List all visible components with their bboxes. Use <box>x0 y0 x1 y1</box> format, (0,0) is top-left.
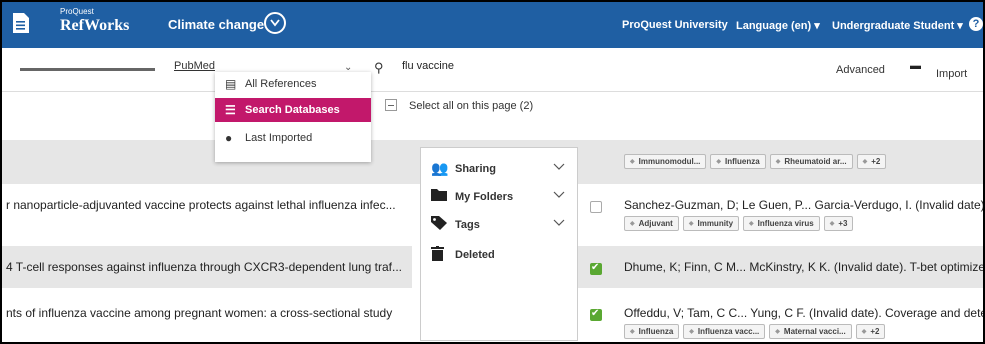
help-icon[interactable]: ? <box>969 17 983 31</box>
panel-item-label: My Folders <box>455 191 514 203</box>
clock-icon: ● <box>225 131 233 145</box>
panel-item-my-folders[interactable]: My Folders <box>421 184 579 210</box>
panel-item-label: Tags <box>455 219 480 231</box>
project-chevron-icon[interactable] <box>264 12 286 34</box>
chevron-down-icon[interactable] <box>553 162 565 174</box>
tag-chip[interactable]: Influenza <box>710 154 766 169</box>
search-input[interactable] <box>402 56 602 76</box>
reference-title[interactable]: nts of influenza vaccine among pregnant … <box>2 306 412 320</box>
tag-chip[interactable]: Immunity <box>682 216 740 231</box>
refworks-document-icon[interactable] <box>12 12 34 38</box>
menu-item-all-references[interactable]: ▤ All References <box>215 72 371 96</box>
search-icon[interactable]: ⚲ <box>374 60 384 76</box>
tag-chip[interactable]: Adjuvant <box>624 216 679 231</box>
menu-item-label: Last Imported <box>245 132 313 144</box>
tag-icon <box>431 216 447 233</box>
reference-citation[interactable]: Sanchez-Guzman, D; Le Guen, P... Garcia-… <box>624 198 983 212</box>
add-reference-menu: ▤ All References ☰ Search Databases ● La… <box>215 72 371 162</box>
select-all-label: Select all on this page (2) <box>409 100 534 112</box>
institution-link[interactable]: ProQuest University <box>622 19 728 31</box>
panel-item-deleted[interactable]: Deleted <box>421 242 579 268</box>
database-icon: ☰ <box>225 103 236 117</box>
tag-chip[interactable]: Influenza <box>624 324 680 339</box>
user-role-menu[interactable]: Undergraduate Student ▾ <box>832 19 963 32</box>
folder-icon <box>431 188 447 204</box>
tag-chip[interactable]: Influenza virus <box>743 216 820 231</box>
reference-tags: Immunomodul...InfluenzaRheumatoid ar...+… <box>624 154 890 169</box>
reference-citation[interactable]: Offeddu, V; Tam, C C... Yung, C F. (Inva… <box>624 306 983 320</box>
users-icon: 👥 <box>431 160 449 176</box>
chevron-down-icon[interactable] <box>553 190 565 202</box>
reference-title[interactable]: r nanoparticle-adjuvanted vaccine protec… <box>2 198 412 212</box>
brand-logo[interactable]: ProQuest RefWorks <box>60 8 129 34</box>
advanced-search-link[interactable]: Advanced <box>836 64 885 76</box>
panel-item-tags[interactable]: Tags <box>421 212 579 238</box>
panel-item-label: Deleted <box>455 249 495 261</box>
select-all-checkbox[interactable] <box>385 99 397 111</box>
folders-panel: 👥 Sharing My Folders Tags Deleted <box>420 147 578 341</box>
reference-checkbox[interactable] <box>590 262 602 275</box>
chevron-down-icon[interactable] <box>553 218 565 230</box>
tag-chip[interactable]: Immunomodul... <box>624 154 707 169</box>
tag-chip[interactable]: +3 <box>823 216 854 231</box>
reference-checkbox[interactable] <box>590 201 602 213</box>
search-toolbar: PubMed ⌄ ⚲ Advanced ▬ Import <box>2 48 983 92</box>
folder-icon[interactable]: ▬ <box>910 60 921 72</box>
toolbar-left-control[interactable] <box>20 68 155 71</box>
panel-item-label: Sharing <box>455 163 496 175</box>
menu-item-search-databases[interactable]: ☰ Search Databases <box>215 98 371 122</box>
import-button[interactable]: Import <box>936 68 967 80</box>
reference-tags: AdjuvantImmunityInfluenza virus+3 <box>624 216 857 231</box>
project-title[interactable]: Climate change <box>168 17 264 32</box>
trash-icon <box>431 246 444 264</box>
reference-checkbox[interactable] <box>590 308 602 321</box>
top-bar: ProQuest RefWorks Climate change ProQues… <box>2 2 983 48</box>
reference-citation[interactable]: Dhume, K; Finn, C M... McKinstry, K K. (… <box>624 260 983 274</box>
menu-item-label: All References <box>245 78 317 90</box>
menu-item-last-imported[interactable]: ● Last Imported <box>215 126 371 150</box>
document-icon: ▤ <box>225 77 237 91</box>
language-menu[interactable]: Language (en) ▾ <box>736 19 820 32</box>
reference-tags: InfluenzaInfluenza vacc...Maternal vacci… <box>624 324 889 339</box>
tag-chip[interactable]: Influenza vacc... <box>683 324 766 339</box>
tag-chip[interactable]: +2 <box>856 154 887 169</box>
tag-chip[interactable]: Rheumatoid ar... <box>769 154 853 169</box>
brand-small: ProQuest <box>60 7 94 16</box>
tag-chip[interactable]: +2 <box>855 324 886 339</box>
menu-item-label: Search Databases <box>245 104 340 116</box>
database-selector[interactable]: PubMed <box>174 60 215 72</box>
reference-title[interactable]: 4 T-cell responses against influenza thr… <box>2 260 412 274</box>
tag-chip[interactable]: Maternal vacci... <box>769 324 852 339</box>
app-frame: ProQuest RefWorks Climate change ProQues… <box>0 0 985 344</box>
panel-item-sharing[interactable]: 👥 Sharing <box>421 156 579 182</box>
brand-name: RefWorks <box>60 17 130 34</box>
select-all-row: Select all on this page (2) <box>372 92 983 122</box>
